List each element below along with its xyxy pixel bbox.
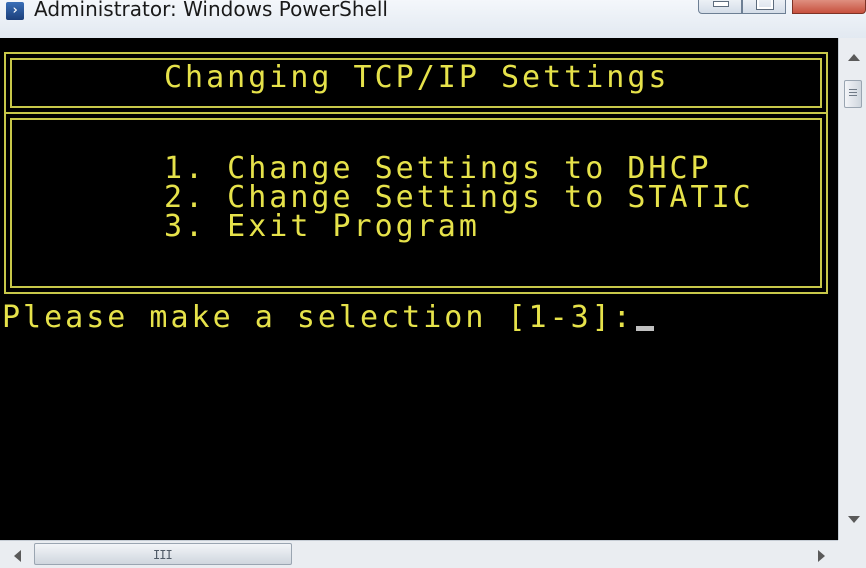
vertical-scrollbar[interactable] — [838, 38, 866, 540]
minimize-button[interactable] — [698, 0, 742, 14]
vertical-scroll-thumb[interactable] — [844, 80, 862, 108]
close-button[interactable] — [792, 0, 866, 14]
scroll-right-arrow-icon[interactable] — [818, 550, 825, 562]
powershell-icon[interactable]: › — [6, 2, 24, 20]
selection-prompt: Please make a selection [1-3]: — [2, 300, 634, 335]
window-title: Administrator: Windows PowerShell — [34, 0, 388, 21]
scroll-down-arrow-icon[interactable] — [848, 516, 860, 523]
menu-option-exit: 3. Exit Program — [164, 209, 480, 244]
console-area[interactable]: Changing TCP/IP Settings 1. Change Setti… — [0, 38, 838, 540]
horizontal-scrollbar[interactable]: III — [0, 540, 838, 568]
title-bar[interactable]: › Administrator: Windows PowerShell — [0, 0, 866, 38]
maximize-button[interactable] — [742, 0, 786, 14]
menu-heading: Changing TCP/IP Settings — [164, 60, 670, 95]
scrollbar-corner — [838, 540, 866, 568]
text-cursor[interactable] — [636, 326, 654, 331]
horizontal-scroll-thumb[interactable]: III — [34, 543, 292, 565]
grip-icon: III — [153, 548, 173, 562]
scroll-left-arrow-icon[interactable] — [14, 550, 21, 562]
scroll-up-arrow-icon[interactable] — [848, 54, 860, 61]
powershell-window: › Administrator: Windows PowerShell Chan… — [0, 0, 866, 568]
